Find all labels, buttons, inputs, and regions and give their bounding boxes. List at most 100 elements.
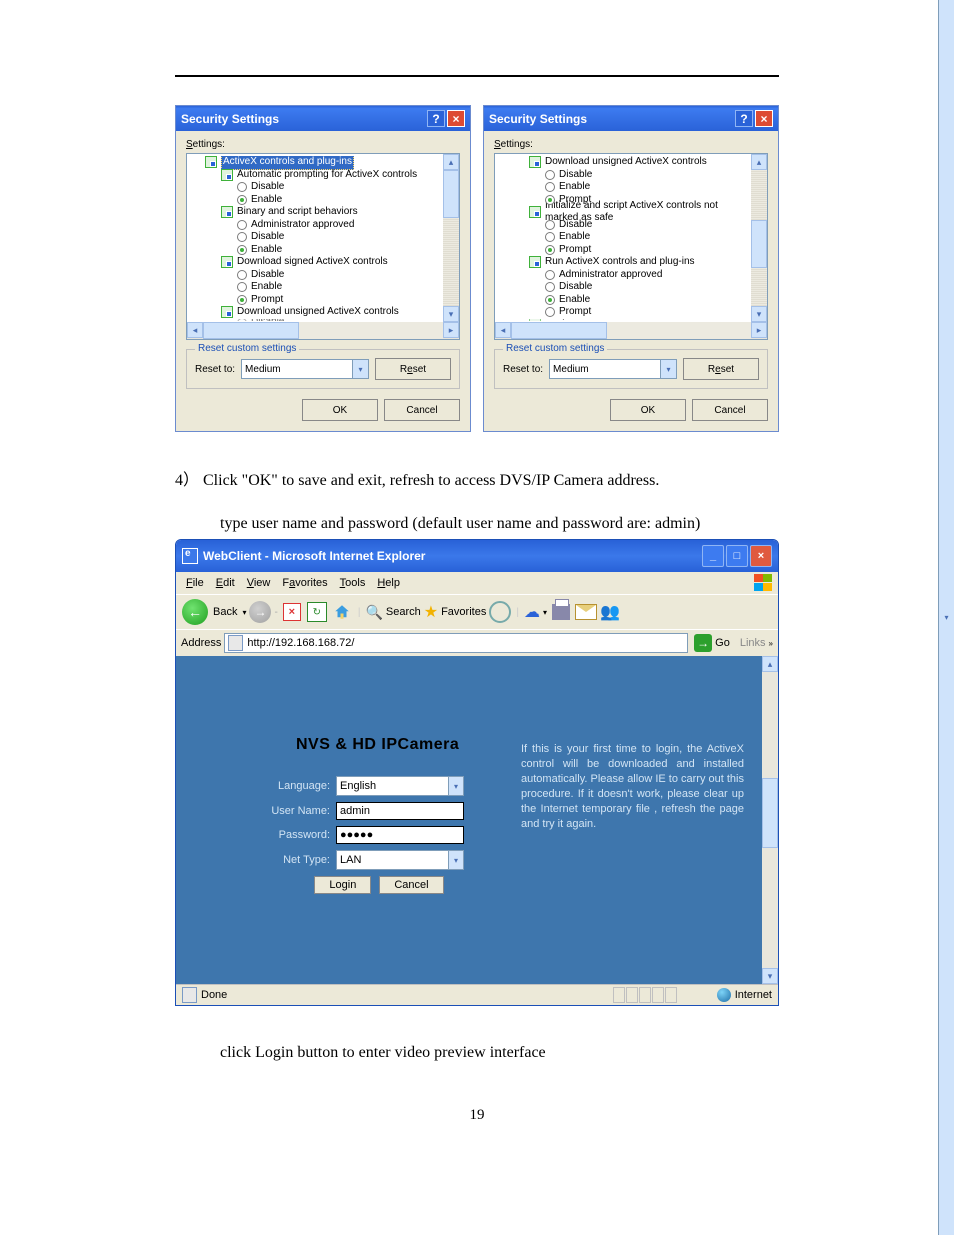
content-scrollbar[interactable]: ▴ ▾ — [762, 656, 778, 984]
tree-category[interactable]: Download signed ActiveX controls — [191, 256, 442, 269]
scroll-up-arrow[interactable]: ▴ — [751, 154, 767, 170]
radio-icon[interactable] — [545, 282, 555, 292]
links-chevron-icon[interactable]: » — [769, 639, 773, 648]
help-button[interactable]: ? — [427, 110, 445, 127]
media-dropdown-icon[interactable]: ▾ — [543, 608, 547, 617]
radio-icon[interactable] — [545, 170, 555, 180]
scroll-thumb[interactable] — [751, 220, 767, 268]
tree-option[interactable]: Enable — [191, 194, 442, 207]
scroll-up-arrow[interactable]: ▴ — [762, 656, 778, 672]
back-label[interactable]: Back — [213, 606, 237, 618]
go-button[interactable]: → — [694, 634, 712, 652]
links-label[interactable]: Links — [740, 637, 766, 649]
menu-help[interactable]: Help — [371, 576, 406, 590]
reset-to-combo[interactable]: Medium ▾ — [241, 359, 369, 379]
scroll-thumb[interactable] — [443, 170, 459, 218]
language-select[interactable]: English ▾ — [336, 776, 464, 796]
scrollbar-horizontal[interactable]: ◂ ▸ — [187, 322, 459, 339]
search-icon[interactable]: 🔍 — [365, 604, 382, 621]
favorites-label[interactable]: Favorites — [441, 606, 486, 618]
tree-option[interactable]: Disable — [191, 181, 442, 194]
radio-icon[interactable] — [545, 295, 555, 305]
radio-icon[interactable] — [237, 319, 247, 322]
radio-icon[interactable] — [237, 270, 247, 280]
tree-option[interactable]: Prompt — [191, 294, 442, 307]
tree-option[interactable]: Enable — [499, 181, 750, 194]
ok-button[interactable]: OK — [610, 399, 686, 421]
scroll-left-arrow[interactable]: ◂ — [495, 322, 511, 338]
tree-option[interactable]: Disable — [191, 319, 442, 322]
chevron-down-icon[interactable]: ▾ — [448, 851, 463, 869]
history-button[interactable] — [489, 601, 511, 623]
tree-category[interactable]: Binary and script behaviors — [191, 206, 442, 219]
tree-option[interactable]: Prompt — [499, 244, 750, 257]
login-button[interactable]: Login — [314, 876, 371, 894]
radio-icon[interactable] — [545, 245, 555, 255]
back-button[interactable]: ← — [182, 599, 208, 625]
tree-option[interactable]: Enable — [499, 231, 750, 244]
radio-icon[interactable] — [237, 220, 247, 230]
home-button[interactable] — [331, 601, 353, 623]
reset-to-combo[interactable]: Medium ▾ — [549, 359, 677, 379]
tree-option[interactable]: Disable — [191, 269, 442, 282]
radio-icon[interactable] — [545, 307, 555, 317]
chevron-down-icon[interactable]: ▾ — [448, 777, 463, 795]
settings-tree[interactable]: Download unsigned ActiveX controlsDisabl… — [494, 153, 768, 340]
scroll-up-arrow[interactable]: ▴ — [443, 154, 459, 170]
menu-tools[interactable]: Tools — [334, 576, 372, 590]
minimize-button[interactable]: _ — [702, 545, 724, 567]
tree-category[interactable]: Initialize and script ActiveX controls n… — [499, 206, 750, 219]
scroll-right-arrow[interactable]: ▸ — [443, 322, 459, 338]
scroll-thumb[interactable] — [762, 688, 778, 952]
scrollbar-vertical[interactable]: ▴ ▾ — [751, 154, 767, 322]
radio-icon[interactable] — [237, 195, 247, 205]
reset-button[interactable]: Reset — [375, 358, 451, 380]
menu-favorites[interactable]: Favorites — [276, 576, 333, 590]
close-button[interactable]: × — [750, 545, 772, 567]
radio-icon[interactable] — [237, 245, 247, 255]
stop-button[interactable]: × — [281, 601, 303, 623]
cancel-button[interactable]: Cancel — [692, 399, 768, 421]
close-button[interactable]: × — [755, 110, 773, 127]
username-input[interactable]: admin — [336, 802, 464, 820]
scroll-down-arrow[interactable]: ▾ — [443, 306, 459, 322]
tree-option[interactable]: Enable — [191, 281, 442, 294]
messenger-icon[interactable]: 👥 — [600, 602, 620, 622]
radio-icon[interactable] — [237, 232, 247, 242]
cancel-button[interactable]: Cancel — [384, 399, 460, 421]
mail-button[interactable] — [575, 601, 597, 623]
scroll-thumb-h[interactable] — [511, 322, 607, 339]
tree-option[interactable]: Disable — [499, 281, 750, 294]
scrollbar-vertical[interactable]: ▴ ▾ — [443, 154, 459, 322]
maximize-button[interactable]: □ — [726, 545, 748, 567]
media-icon[interactable]: ☁ — [524, 602, 540, 622]
scroll-thumb-h[interactable] — [203, 322, 299, 339]
go-label[interactable]: Go — [715, 637, 730, 649]
tree-option[interactable]: Administrator approved — [191, 219, 442, 232]
tree-category[interactable]: Automatic prompting for ActiveX controls — [191, 169, 442, 182]
radio-icon[interactable] — [545, 182, 555, 192]
nettype-select[interactable]: LAN ▾ — [336, 850, 464, 870]
scroll-right-arrow[interactable]: ▸ — [751, 322, 767, 338]
tree-option[interactable]: Disable — [191, 231, 442, 244]
help-button[interactable]: ? — [735, 110, 753, 127]
reset-button[interactable]: Reset — [683, 358, 759, 380]
search-label[interactable]: Search — [386, 606, 421, 618]
radio-icon[interactable] — [237, 282, 247, 292]
address-input[interactable]: http://192.168.168.72/ ▾ — [224, 633, 688, 653]
chevron-down-icon[interactable]: ▾ — [660, 360, 676, 378]
password-input[interactable]: ●●●●● — [336, 826, 464, 844]
forward-button[interactable]: → — [249, 601, 271, 623]
menu-view[interactable]: View — [241, 576, 277, 590]
radio-icon[interactable] — [545, 232, 555, 242]
radio-icon[interactable] — [545, 195, 555, 205]
radio-icon[interactable] — [545, 220, 555, 230]
tree-category[interactable]: ActiveX controls and plug-ins — [191, 156, 442, 169]
back-dropdown-icon[interactable]: ▾ — [242, 608, 246, 617]
favorites-icon[interactable]: ★ — [424, 602, 438, 622]
tree-option[interactable]: Prompt — [499, 306, 750, 319]
print-button[interactable] — [550, 601, 572, 623]
menu-edit[interactable]: Edit — [210, 576, 241, 590]
menu-file[interactable]: File — [180, 576, 210, 590]
radio-icon[interactable] — [545, 270, 555, 280]
